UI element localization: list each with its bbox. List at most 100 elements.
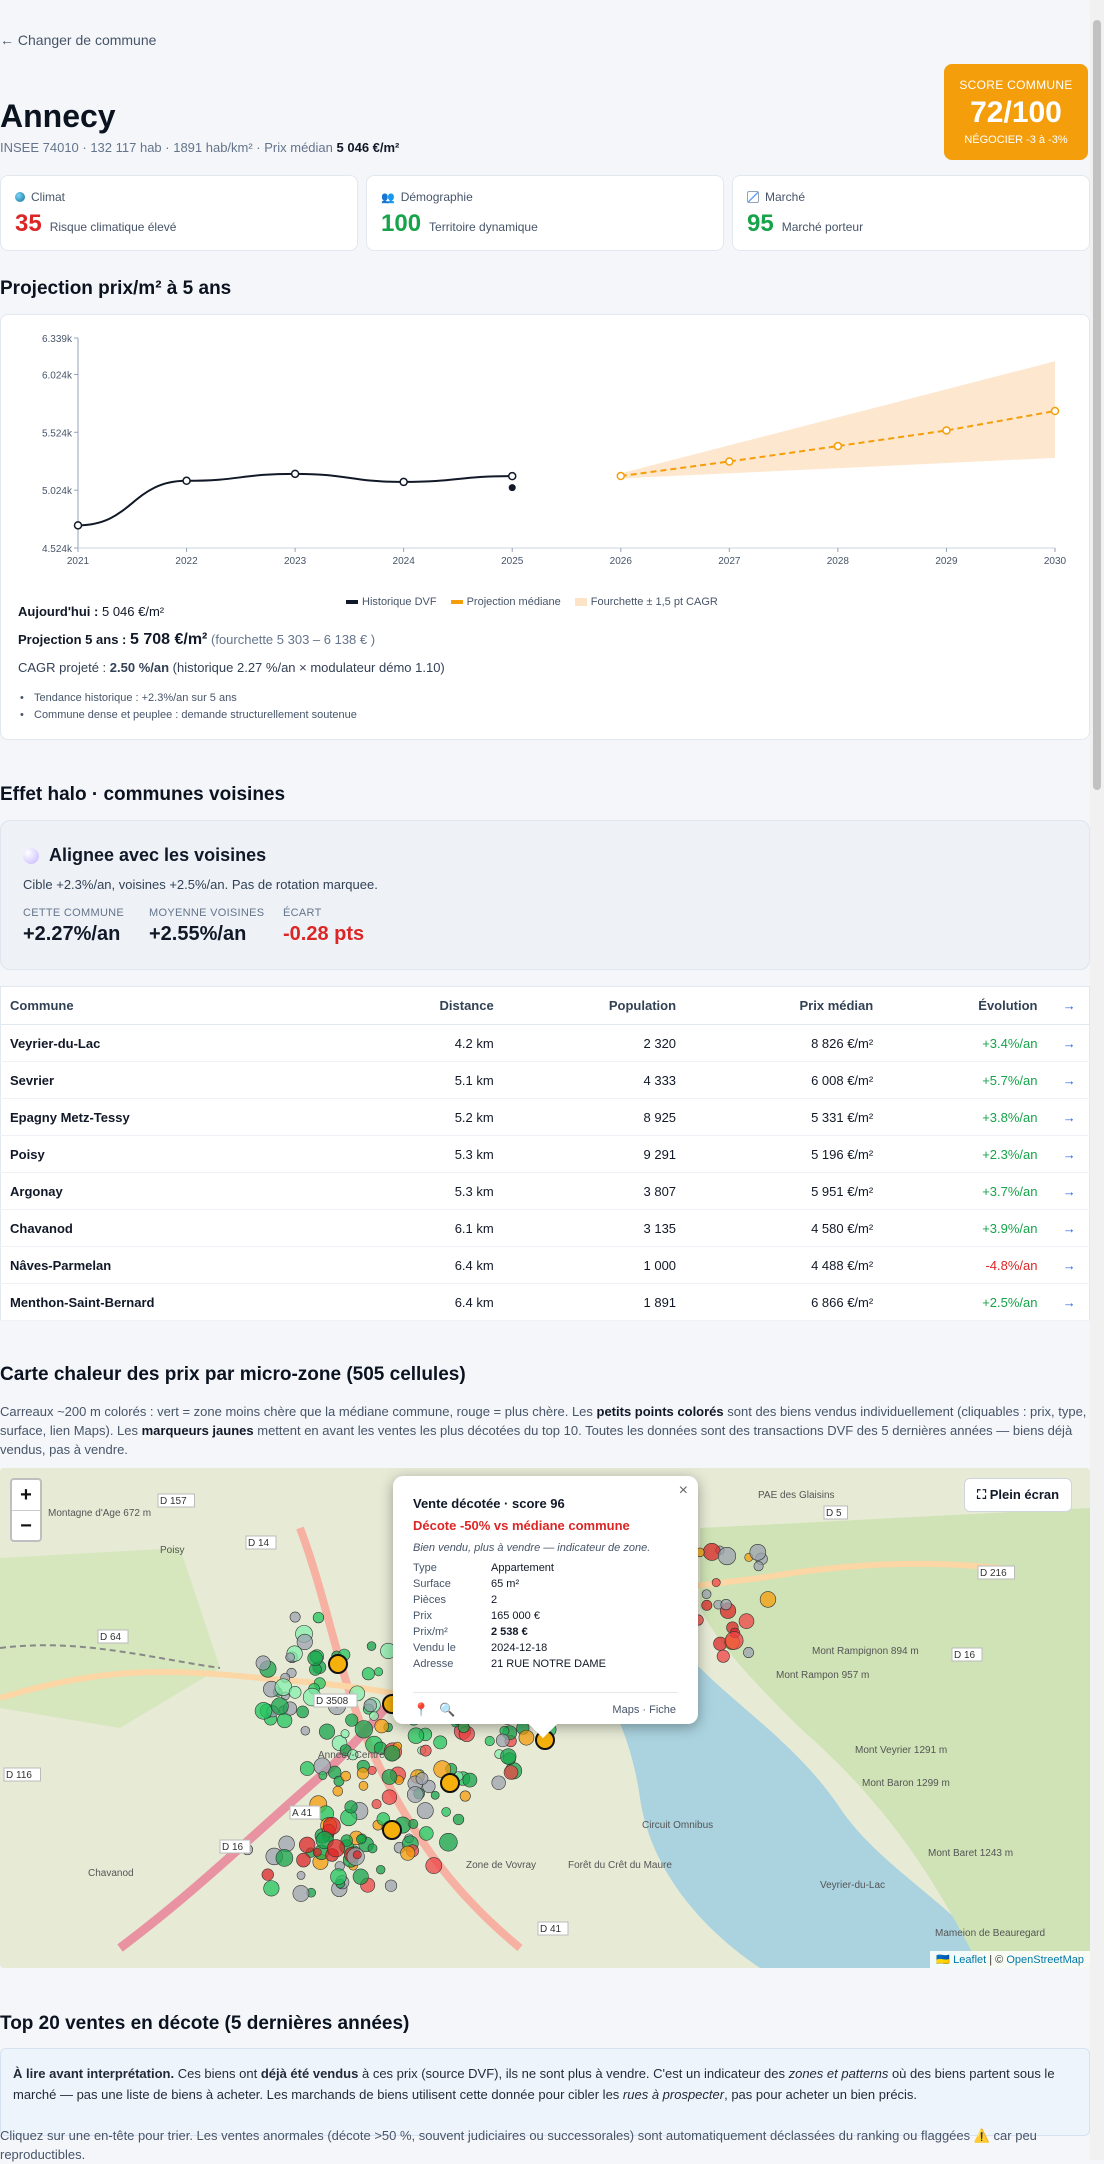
table-row[interactable]: Chavanod 6.1 km 3 135 4 580 €/m² +3.9%/an → <box>0 1209 1090 1247</box>
pin-icon[interactable]: 📍 <box>413 1702 429 1718</box>
sale-dot[interactable] <box>366 1641 377 1651</box>
table-row[interactable]: Sevrier 5.1 km 4 333 6 008 €/m² +5.7%/an → <box>0 1061 1090 1099</box>
top-discount-marker[interactable] <box>440 1773 460 1793</box>
sale-dot[interactable] <box>433 1735 448 1750</box>
sale-dot[interactable] <box>255 1655 271 1671</box>
sale-dot[interactable] <box>289 1611 301 1623</box>
sale-dot[interactable] <box>358 1781 369 1791</box>
search-icon[interactable]: 🔍 <box>439 1702 455 1718</box>
leaflet-link[interactable]: 🇺🇦 Leaflet <box>936 1954 986 1966</box>
sale-dot[interactable] <box>439 1833 458 1852</box>
sale-dot[interactable] <box>288 1685 302 1699</box>
sale-dot[interactable] <box>296 1871 306 1880</box>
sale-dot[interactable] <box>307 1650 323 1666</box>
sale-dot[interactable] <box>381 1789 398 1805</box>
sale-dot[interactable] <box>352 1850 362 1860</box>
open-commune-arrow[interactable]: → <box>1049 1283 1090 1321</box>
fullscreen-button[interactable]: ⛶ Plein écran <box>964 1478 1073 1512</box>
sale-dot[interactable] <box>702 1543 721 1561</box>
sale-dot[interactable] <box>254 1702 273 1720</box>
open-commune-arrow[interactable]: → <box>1049 1135 1090 1173</box>
sale-dot[interactable] <box>753 1561 764 1572</box>
sale-dot[interactable] <box>345 1713 359 1727</box>
sale-dot[interactable] <box>352 1868 369 1885</box>
sale-dot[interactable] <box>312 1847 322 1857</box>
sale-dot[interactable] <box>296 1852 311 1868</box>
sale-dot[interactable] <box>381 1769 398 1785</box>
sale-dot[interactable] <box>495 1733 510 1748</box>
sale-dot[interactable] <box>330 1868 347 1885</box>
open-commune-arrow[interactable]: → <box>1049 1209 1090 1247</box>
sale-dot[interactable] <box>406 1786 424 1803</box>
sale-dot[interactable] <box>430 1790 440 1800</box>
sale-dot[interactable] <box>340 1729 350 1739</box>
sale-dot[interactable] <box>292 1885 310 1902</box>
popup-close-button[interactable]: × <box>679 1482 688 1500</box>
sale-dot[interactable] <box>285 1652 295 1663</box>
sale-dot[interactable] <box>384 1879 398 1892</box>
sale-dot[interactable] <box>354 1720 373 1739</box>
sale-dot[interactable] <box>459 1790 471 1802</box>
sale-dot[interactable] <box>484 1736 495 1747</box>
table-row[interactable]: Epagny Metz-Tessy 5.2 km 8 925 5 331 €/m² +3… <box>0 1098 1090 1136</box>
sale-dot[interactable] <box>462 1772 478 1788</box>
table-row[interactable]: Menthon-Saint-Bernard 6.4 km 1 891 6 866 €/… <box>0 1283 1090 1321</box>
osm-link[interactable]: OpenStreetMap <box>1006 1954 1084 1966</box>
sale-dot[interactable] <box>374 1718 389 1734</box>
sale-dot[interactable] <box>724 1631 744 1650</box>
sale-dot[interactable] <box>419 1826 434 1841</box>
sale-dot[interactable] <box>419 1744 432 1757</box>
col-distance[interactable]: Distance <box>352 986 506 1025</box>
table-row[interactable]: Poisy 5.3 km 9 291 5 196 €/m² +2.3%/an → <box>0 1135 1090 1173</box>
sale-dot[interactable] <box>416 1802 434 1820</box>
sale-dot[interactable] <box>271 1697 289 1715</box>
sale-dot[interactable] <box>407 1727 425 1744</box>
zoom-out-button[interactable]: − <box>12 1510 40 1540</box>
sale-dot[interactable] <box>299 1761 315 1776</box>
sale-dot[interactable] <box>500 1748 517 1765</box>
scrollbar[interactable] <box>1090 0 1104 2160</box>
open-commune-arrow[interactable]: → <box>1049 1061 1090 1099</box>
sale-dot[interactable] <box>749 1543 767 1561</box>
zoom-in-button[interactable]: + <box>12 1480 40 1510</box>
sale-dot[interactable] <box>383 1745 401 1762</box>
table-row[interactable]: Veyrier-du-Lac 4.2 km 2 320 8 826 €/m² +3.4%… <box>0 1024 1090 1062</box>
sale-dot[interactable] <box>738 1613 755 1629</box>
open-commune-arrow[interactable]: → <box>1049 1098 1090 1136</box>
sale-dot[interactable] <box>408 1819 419 1829</box>
heatmap-map[interactable]: Poisy Montagne d'Age 672 m Annecy-Centre Ch… <box>0 1468 1090 1968</box>
open-commune-arrow[interactable]: → <box>1049 1246 1090 1284</box>
open-commune-arrow[interactable]: → <box>1049 1172 1090 1210</box>
sale-dot[interactable] <box>356 1767 369 1780</box>
top-discount-marker[interactable] <box>328 1654 348 1674</box>
sale-dot[interactable] <box>701 1599 713 1611</box>
sale-dot[interactable] <box>376 1865 386 1875</box>
sale-dot[interactable] <box>363 1698 377 1713</box>
open-commune-arrow[interactable]: → <box>1049 1024 1090 1062</box>
sale-dot[interactable] <box>743 1647 755 1659</box>
sale-dot[interactable] <box>299 1836 316 1854</box>
sale-dot[interactable] <box>275 1849 294 1867</box>
sale-dot[interactable] <box>361 1667 375 1681</box>
sale-dot[interactable] <box>296 1705 309 1719</box>
sale-dot[interactable] <box>278 1835 295 1853</box>
sale-dot[interactable] <box>400 1845 416 1861</box>
sale-dot[interactable] <box>716 1649 730 1663</box>
col-population[interactable]: Population <box>505 986 689 1025</box>
sale-dot[interactable] <box>344 1800 358 1814</box>
sale-dot[interactable] <box>318 1771 328 1780</box>
sale-dot[interactable] <box>374 1667 384 1677</box>
sale-dot[interactable] <box>261 1868 274 1881</box>
sale-dot[interactable] <box>711 1578 721 1587</box>
col-evolution[interactable]: Évolution <box>885 986 1050 1025</box>
sale-dot[interactable] <box>356 1834 367 1845</box>
sale-dot[interactable] <box>371 1799 382 1810</box>
sale-dot[interactable] <box>425 1857 443 1874</box>
popup-links[interactable]: Maps · Fiche <box>612 1704 676 1716</box>
change-commune-link[interactable]: ← Changer de commune <box>0 32 156 48</box>
table-row[interactable]: Nâves-Parmelan 6.4 km 1 000 4 488 €/m² -4.8%… <box>0 1246 1090 1284</box>
sale-dot[interactable] <box>518 1729 535 1746</box>
sale-dot[interactable] <box>720 1599 732 1611</box>
col-commune[interactable]: Commune <box>0 986 353 1025</box>
sale-dot[interactable] <box>367 1843 378 1854</box>
